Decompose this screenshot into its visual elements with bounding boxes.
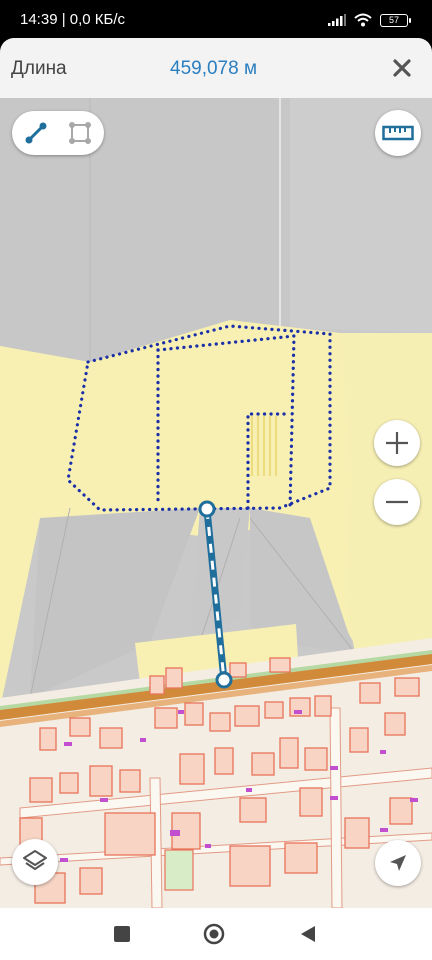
close-icon: [393, 59, 411, 77]
measure-label: Длина: [11, 58, 67, 79]
wifi-icon: [354, 13, 372, 27]
layers-button[interactable]: [12, 839, 58, 885]
measure-mode-toggle: [12, 111, 104, 155]
my-location-button[interactable]: [375, 840, 421, 886]
back-button[interactable]: [290, 918, 326, 950]
signal-icon: [328, 14, 346, 26]
layers-icon: [23, 850, 47, 870]
close-button[interactable]: [386, 52, 418, 84]
battery-indicator: 57: [380, 13, 411, 27]
navigation-arrow-icon: [390, 855, 406, 871]
status-bar: 14:39 | 0,0 КБ/с 57: [0, 0, 432, 38]
plus-icon: [386, 432, 408, 454]
measurement-end-point[interactable]: [215, 671, 233, 689]
back-triangle-icon: [301, 926, 315, 942]
minus-icon: [386, 500, 408, 504]
system-nav-bar: [0, 908, 432, 960]
measure-header: Длина 459,078 м: [0, 38, 432, 98]
square-icon: [114, 926, 130, 942]
measure-value: 459,078 м: [170, 58, 258, 79]
ruler-button[interactable]: [375, 110, 421, 156]
zoom-out-button[interactable]: [374, 479, 420, 525]
recent-apps-button[interactable]: [104, 918, 140, 950]
status-icons: 57: [328, 12, 411, 28]
map-view[interactable]: [0, 98, 432, 908]
ruler-icon: [382, 125, 414, 141]
home-button[interactable]: [196, 918, 232, 950]
zoom-in-button[interactable]: [374, 420, 420, 466]
measurement-start-point[interactable]: [198, 500, 216, 518]
line-measure-icon: [25, 122, 47, 144]
area-measure-icon: [69, 122, 91, 144]
home-circle-icon: [203, 923, 225, 945]
status-time: 14:39 | 0,0 КБ/с: [20, 11, 126, 28]
line-measure-button[interactable]: [14, 111, 58, 155]
area-measure-button[interactable]: [58, 111, 102, 155]
